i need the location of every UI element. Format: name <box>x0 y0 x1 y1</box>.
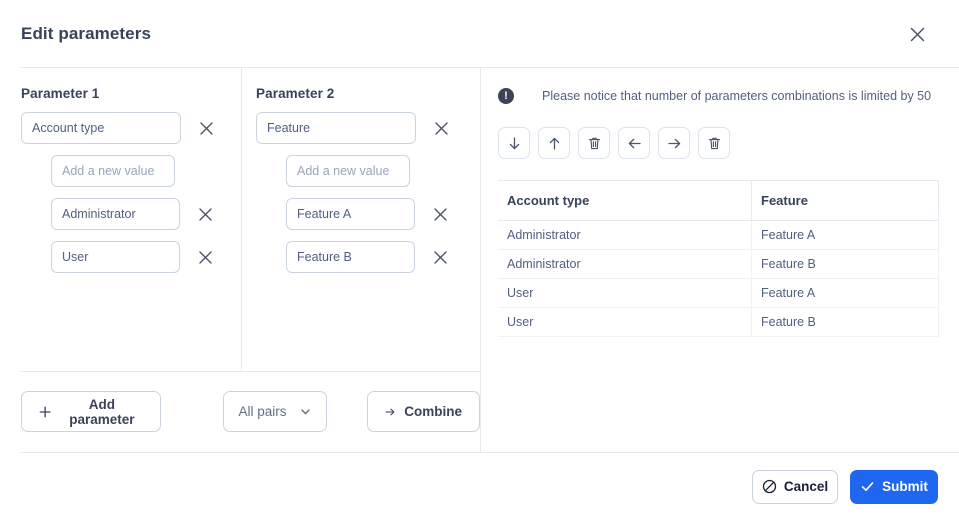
cell-feature: Feature B <box>751 307 939 337</box>
close-icon <box>199 121 213 135</box>
dialog-header: Edit parameters <box>0 0 959 68</box>
close-icon <box>198 250 212 264</box>
results-panel: ! Please notice that number of parameter… <box>480 68 959 452</box>
submit-label: Submit <box>882 479 928 494</box>
parameter-2-add-value-input[interactable] <box>286 155 410 187</box>
column-header-feature: Feature <box>751 180 939 221</box>
cell-feature: Feature A <box>751 278 939 308</box>
arrow-left-icon <box>628 138 641 148</box>
cell-account-type: Administrator <box>498 249 752 279</box>
parameter-1-add-value-row <box>21 155 240 187</box>
cell-feature: Feature B <box>751 249 939 279</box>
parameter-2-value-input-1[interactable] <box>286 198 415 230</box>
remove-parameter-1-value-1-button[interactable] <box>192 201 218 227</box>
remove-parameter-2-button[interactable] <box>428 115 454 141</box>
parameter-2-value-row-1 <box>256 198 480 230</box>
close-icon <box>433 207 447 221</box>
parameters-panel: Parameter 1 Account type Add a new value… <box>0 68 480 452</box>
parameter-2-name-input[interactable] <box>256 112 416 144</box>
delete-row-button[interactable] <box>578 127 610 159</box>
dialog-body: Parameter 1 Account type Add a new value… <box>0 68 959 452</box>
delete-column-button[interactable] <box>698 127 730 159</box>
submit-button[interactable]: Submit <box>850 469 938 504</box>
parameter-column-1: Parameter 1 <box>0 68 240 371</box>
move-right-button[interactable] <box>658 127 690 159</box>
arrow-down-icon <box>509 136 519 149</box>
remove-parameter-2-value-2-button[interactable] <box>427 244 453 270</box>
combine-mode-select[interactable]: All pairs <box>223 391 327 432</box>
move-up-button[interactable] <box>538 127 570 159</box>
close-icon <box>433 250 447 264</box>
move-left-button[interactable] <box>618 127 650 159</box>
combinations-table-body: Administrator Feature A Administrator Fe… <box>498 220 939 337</box>
arrow-right-icon <box>667 138 680 148</box>
trash-icon <box>708 137 720 149</box>
parameter-1-name-input[interactable] <box>21 112 181 144</box>
combinations-notice: ! Please notice that number of parameter… <box>498 86 959 106</box>
parameter-1-label: Parameter 1 <box>21 86 100 101</box>
cell-account-type: User <box>498 278 752 308</box>
move-down-button[interactable] <box>498 127 530 159</box>
cancel-button[interactable]: Cancel <box>752 469 838 504</box>
results-toolbar <box>498 127 959 159</box>
parameter-2-add-value-row <box>256 155 480 187</box>
close-icon <box>198 207 212 221</box>
cell-feature: Feature A <box>751 220 939 250</box>
parameter-2-label: Parameter 2 <box>256 86 335 101</box>
cell-account-type: User <box>498 307 752 337</box>
remove-parameter-2-value-1-button[interactable] <box>427 201 453 227</box>
parameter-1-add-value-input[interactable] <box>51 155 175 187</box>
close-button[interactable] <box>902 19 932 49</box>
cell-account-type: Administrator <box>498 220 752 250</box>
plus-icon <box>39 406 51 417</box>
parameter-column-2: Parameter 2 <box>240 68 480 371</box>
chevron-down-icon <box>301 409 310 415</box>
no-entry-icon <box>762 479 777 494</box>
table-row[interactable]: Administrator Feature B <box>498 249 939 279</box>
parameter-2-value-row-2 <box>256 241 480 273</box>
trash-icon <box>588 137 600 149</box>
parameters-columns: Parameter 1 Account type Add a new value… <box>0 68 480 371</box>
arrow-up-icon <box>549 137 559 150</box>
cancel-label: Cancel <box>783 479 829 494</box>
close-icon <box>910 27 924 41</box>
remove-parameter-1-value-2-button[interactable] <box>192 244 218 270</box>
combinations-notice-text: Please notice that number of parameters … <box>542 89 932 103</box>
add-parameter-label: Add parameter <box>69 396 135 427</box>
column-header-account-type: Account type <box>498 180 752 221</box>
parameter-1-value-input-2[interactable] <box>51 241 180 273</box>
dialog-footer: Cancel Submit <box>0 452 959 521</box>
check-icon <box>861 482 874 491</box>
table-row[interactable]: Administrator Feature A <box>498 220 939 250</box>
table-row[interactable]: User Feature A <box>498 278 939 308</box>
page-title: Edit parameters <box>21 24 151 43</box>
parameter-1-value-input-1[interactable] <box>51 198 180 230</box>
table-row[interactable]: User Feature B <box>498 307 939 337</box>
remove-parameter-1-button[interactable] <box>193 115 219 141</box>
table-header-row: Account type Feature <box>498 180 939 221</box>
parameter-2-value-input-2[interactable] <box>286 241 415 273</box>
parameter-1-value-row-2 <box>21 241 240 273</box>
combinations-table: Account type Feature Administrator Featu… <box>498 180 939 337</box>
combinations-table-head: Account type Feature <box>498 180 939 221</box>
exclamation-circle-icon: ! <box>498 88 514 104</box>
parameters-actions: Add parameter All pairs Combine <box>0 371 480 452</box>
parameter-2-name-row <box>256 112 480 144</box>
add-parameter-button[interactable]: Add parameter <box>21 391 162 432</box>
parameter-1-value-row-1 <box>21 198 240 230</box>
combine-label: Combine <box>404 404 462 419</box>
combine-mode-value: All pairs <box>238 404 287 419</box>
combine-button[interactable]: Combine <box>367 391 480 432</box>
arrow-right-icon <box>385 408 395 415</box>
parameter-1-name-row <box>21 112 240 144</box>
close-icon <box>434 121 448 135</box>
